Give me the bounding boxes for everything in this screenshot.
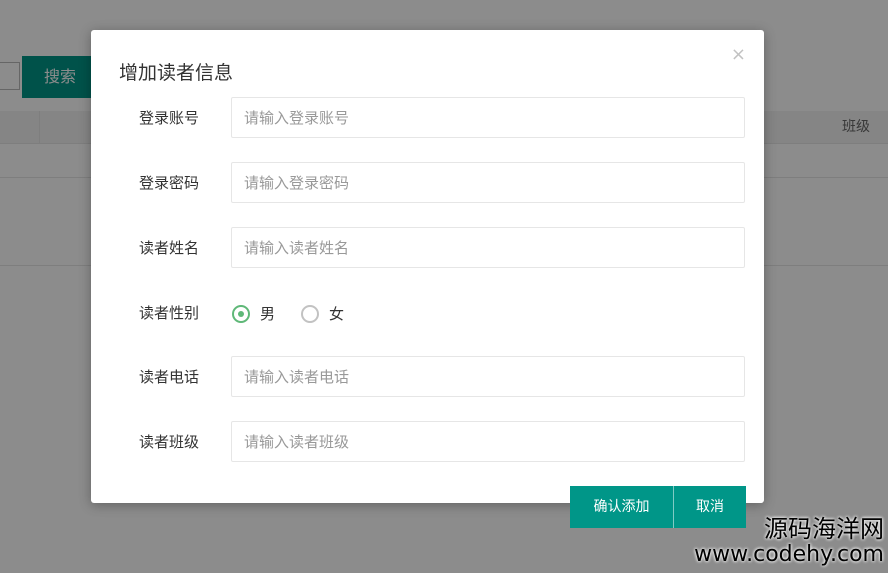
form-row-gender: 读者性别 男 女 (91, 292, 764, 335)
form-row-phone: 读者电话 (91, 356, 764, 399)
watermark-site-name: 源码海洋网 (764, 515, 884, 544)
radio-unchecked-icon[interactable] (301, 304, 320, 323)
form-row-class: 读者班级 (91, 421, 764, 464)
account-input[interactable] (231, 97, 745, 138)
watermark: 源码海洋网 www.codehy.com (694, 516, 884, 567)
class-label: 读者班级 (139, 433, 200, 451)
name-input[interactable] (231, 227, 745, 268)
form-row-password: 登录密码 (91, 162, 764, 205)
gender-female-label: 女 (329, 305, 345, 323)
gender-label: 读者性别 (139, 304, 200, 322)
dialog-title: 增加读者信息 (119, 62, 234, 84)
name-label: 读者姓名 (139, 239, 200, 257)
password-input[interactable] (231, 162, 745, 203)
form-row-account: 登录账号 (91, 97, 764, 140)
gender-radio-group: 男 女 (232, 292, 370, 335)
confirm-add-button[interactable]: 确认添加 (570, 486, 674, 528)
add-reader-dialog: 增加读者信息 × 登录账号 登录密码 读者姓名 读者性别 男 女 读者电话 读者… (91, 30, 764, 528)
gender-male-label: 男 (260, 305, 276, 323)
password-label: 登录密码 (139, 174, 200, 192)
close-icon[interactable]: × (731, 44, 746, 65)
gender-radio-male[interactable]: 男 (232, 303, 275, 324)
watermark-url: www.codehy.com (694, 541, 884, 567)
radio-checked-icon[interactable] (232, 304, 250, 323)
gender-radio-female[interactable]: 女 (301, 303, 344, 324)
class-input[interactable] (231, 421, 745, 462)
account-label: 登录账号 (139, 109, 200, 127)
form-row-name: 读者姓名 (91, 227, 764, 270)
phone-label: 读者电话 (139, 368, 200, 386)
phone-input[interactable] (231, 356, 745, 397)
